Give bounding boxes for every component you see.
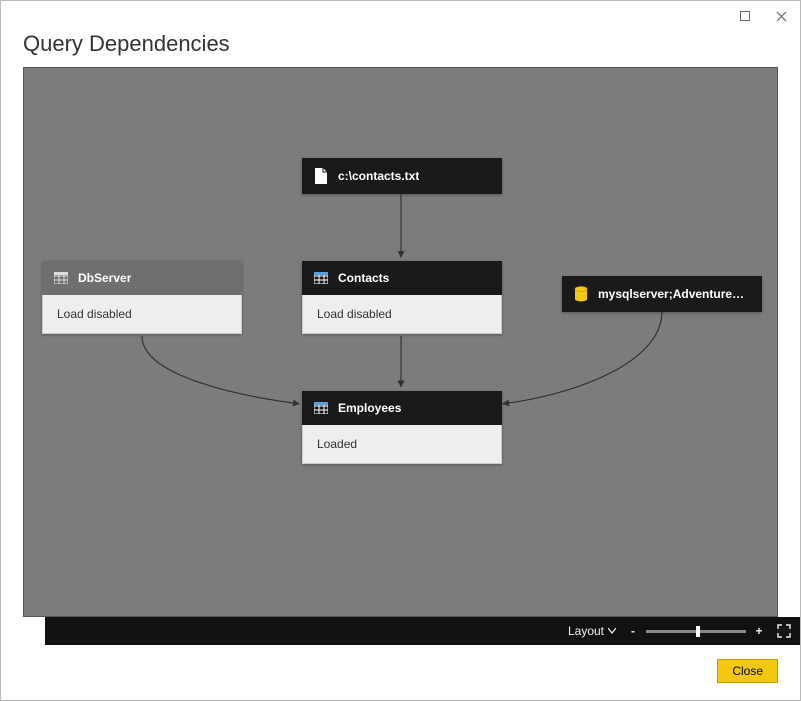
- dialog-header: Query Dependencies: [1, 31, 800, 67]
- close-window-button[interactable]: [768, 5, 794, 27]
- connectors: [24, 68, 777, 616]
- maximize-button[interactable]: [732, 5, 758, 27]
- node-status: Load disabled: [302, 295, 502, 334]
- node-label: mysqlserver;AdventureWor...: [598, 287, 750, 301]
- node-header: c:\contacts.txt: [302, 158, 502, 194]
- maximize-icon: [740, 11, 750, 21]
- node-header: Contacts: [302, 261, 502, 295]
- dialog-window: Query Dependencies: [0, 0, 801, 701]
- table-icon: [54, 272, 68, 284]
- node-label: c:\contacts.txt: [338, 169, 419, 183]
- zoom-out-button[interactable]: -: [626, 624, 640, 638]
- zoom-slider: - +: [626, 624, 766, 638]
- node-employees[interactable]: Employees Loaded: [302, 391, 502, 464]
- node-status: Loaded: [302, 425, 502, 464]
- node-status: Load disabled: [42, 295, 242, 334]
- database-icon: [574, 286, 588, 302]
- node-mysql-source[interactable]: mysqlserver;AdventureWor...: [562, 276, 762, 312]
- fit-to-screen-button[interactable]: [776, 623, 792, 639]
- dependency-canvas[interactable]: c:\contacts.txt DbServer Load disabled C…: [23, 67, 778, 617]
- node-contacts[interactable]: Contacts Load disabled: [302, 261, 502, 334]
- zoom-track[interactable]: [646, 630, 746, 633]
- table-icon: [314, 272, 328, 284]
- fit-icon: [776, 623, 792, 639]
- node-label: Contacts: [338, 271, 389, 285]
- close-button[interactable]: Close: [717, 659, 778, 683]
- node-file-source[interactable]: c:\contacts.txt: [302, 158, 502, 194]
- layout-label: Layout: [568, 624, 604, 638]
- node-header: DbServer: [42, 261, 242, 295]
- zoom-thumb[interactable]: [696, 626, 700, 637]
- node-dbserver[interactable]: DbServer Load disabled: [42, 261, 242, 334]
- dialog-title: Query Dependencies: [23, 31, 778, 57]
- node-header: mysqlserver;AdventureWor...: [562, 276, 762, 312]
- file-icon: [314, 168, 328, 184]
- close-icon: [776, 11, 787, 22]
- chevron-down-icon: [608, 628, 616, 634]
- canvas-toolbar: Layout - +: [45, 617, 800, 645]
- node-label: Employees: [338, 401, 401, 415]
- window-titlebar: [1, 1, 800, 31]
- zoom-in-button[interactable]: +: [752, 624, 766, 638]
- node-header: Employees: [302, 391, 502, 425]
- table-icon: [314, 402, 328, 414]
- dialog-footer: Close: [1, 645, 800, 697]
- layout-dropdown[interactable]: Layout: [568, 624, 616, 638]
- node-label: DbServer: [78, 271, 131, 285]
